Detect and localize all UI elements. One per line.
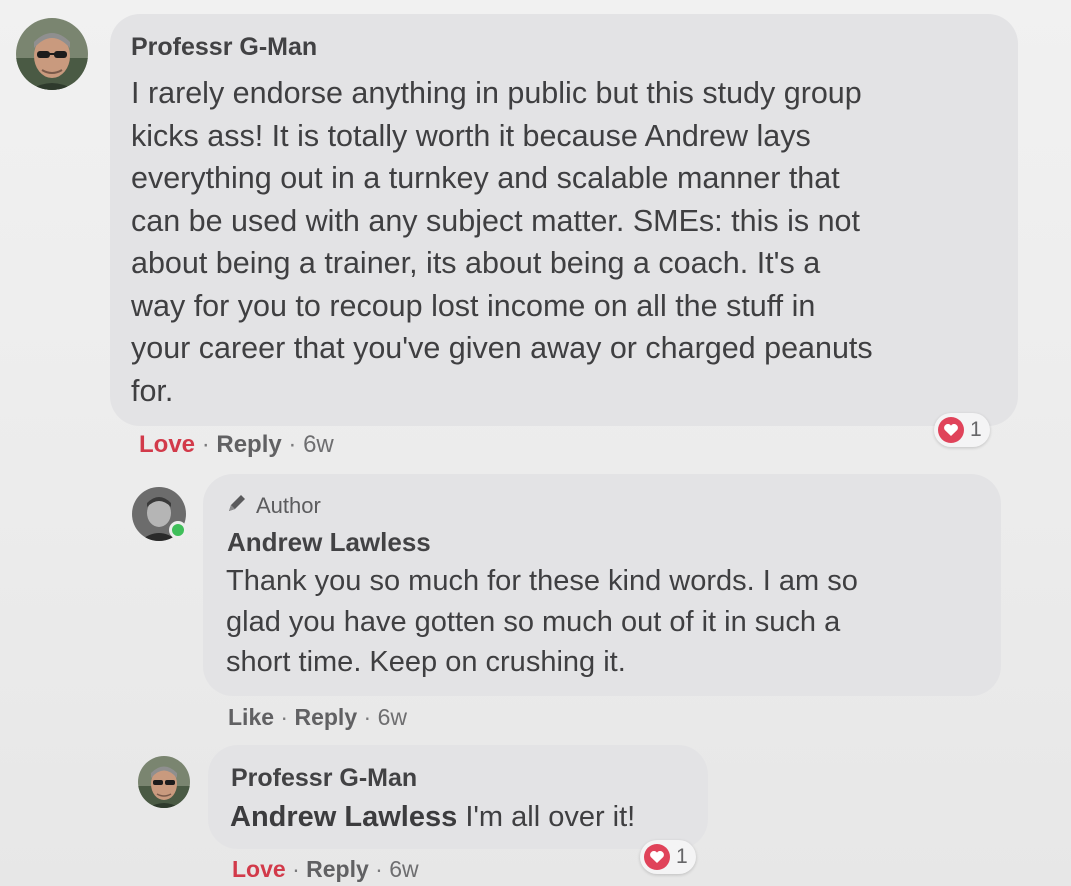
reply-button[interactable]: Reply	[216, 431, 281, 458]
separator: ·	[201, 431, 210, 458]
heart-icon	[938, 417, 964, 443]
comment-text-body: I'm all over it!	[465, 801, 636, 833]
comment-actions: Love · Reply · 6w	[232, 856, 419, 883]
timestamp[interactable]: 6w	[303, 431, 334, 458]
reaction-count-badge[interactable]: 1	[934, 413, 990, 447]
comment-author-name[interactable]: Andrew Lawless	[227, 527, 431, 558]
comment-text-line: everything out in a turnkey and scalable…	[131, 161, 840, 195]
online-status-icon	[169, 521, 187, 539]
comment-actions: Like · Reply · 6w	[228, 704, 407, 731]
separator: ·	[363, 704, 372, 730]
separator: ·	[288, 431, 297, 458]
reply-button[interactable]: Reply	[294, 704, 357, 730]
mention-link[interactable]: Andrew Lawless	[230, 801, 457, 833]
heart-icon	[644, 844, 670, 870]
comment-text-line: way for you to recoup lost income on all…	[131, 288, 816, 323]
author-badge-label: Author	[256, 493, 321, 518]
like-button[interactable]: Like	[228, 704, 274, 730]
timestamp[interactable]: 6w	[389, 856, 418, 882]
comment-text-line: short time. Keep on crushing it.	[226, 646, 626, 678]
comment-text-line: about being a trainer, its about being a…	[131, 246, 821, 280]
avatar[interactable]	[16, 18, 88, 90]
comment-text-line: I rarely endorse anything in public but …	[131, 76, 862, 110]
separator: ·	[292, 856, 300, 882]
comment-text-line: can be used with any subject matter. SME…	[131, 203, 860, 238]
reply-button[interactable]: Reply	[306, 856, 369, 882]
comment-text: Andrew Lawless I'm all over it!	[230, 799, 635, 835]
comment-text: Thank you so much for these kind words. …	[226, 561, 858, 683]
avatar[interactable]	[138, 756, 190, 808]
comment-author-name[interactable]: Professr G-Man	[131, 33, 317, 62]
author-badge: Author	[226, 492, 321, 520]
comment-text-line: for.	[131, 373, 174, 408]
reaction-count-badge[interactable]: 1	[640, 840, 696, 874]
comment-text-line: your career that you've given away or ch…	[131, 331, 873, 365]
comment-actions: Love · Reply · 6w	[139, 431, 334, 459]
pencil-icon	[226, 492, 248, 520]
separator: ·	[375, 856, 383, 882]
comment-text-line: Thank you so much for these kind words. …	[226, 565, 858, 597]
love-button[interactable]: Love	[139, 431, 195, 458]
comment-text-line: kicks ass! It is totally worth it becaus…	[131, 118, 811, 153]
comment-author-name[interactable]: Professr G-Man	[231, 764, 417, 793]
timestamp[interactable]: 6w	[378, 704, 407, 730]
reaction-count: 1	[676, 845, 688, 868]
separator: ·	[280, 704, 289, 730]
comment-text-line: glad you have gotten so much out of it i…	[226, 605, 841, 638]
reaction-count: 1	[970, 418, 982, 441]
love-button[interactable]: Love	[232, 856, 286, 882]
comment-text: I rarely endorse anything in public but …	[131, 72, 873, 412]
